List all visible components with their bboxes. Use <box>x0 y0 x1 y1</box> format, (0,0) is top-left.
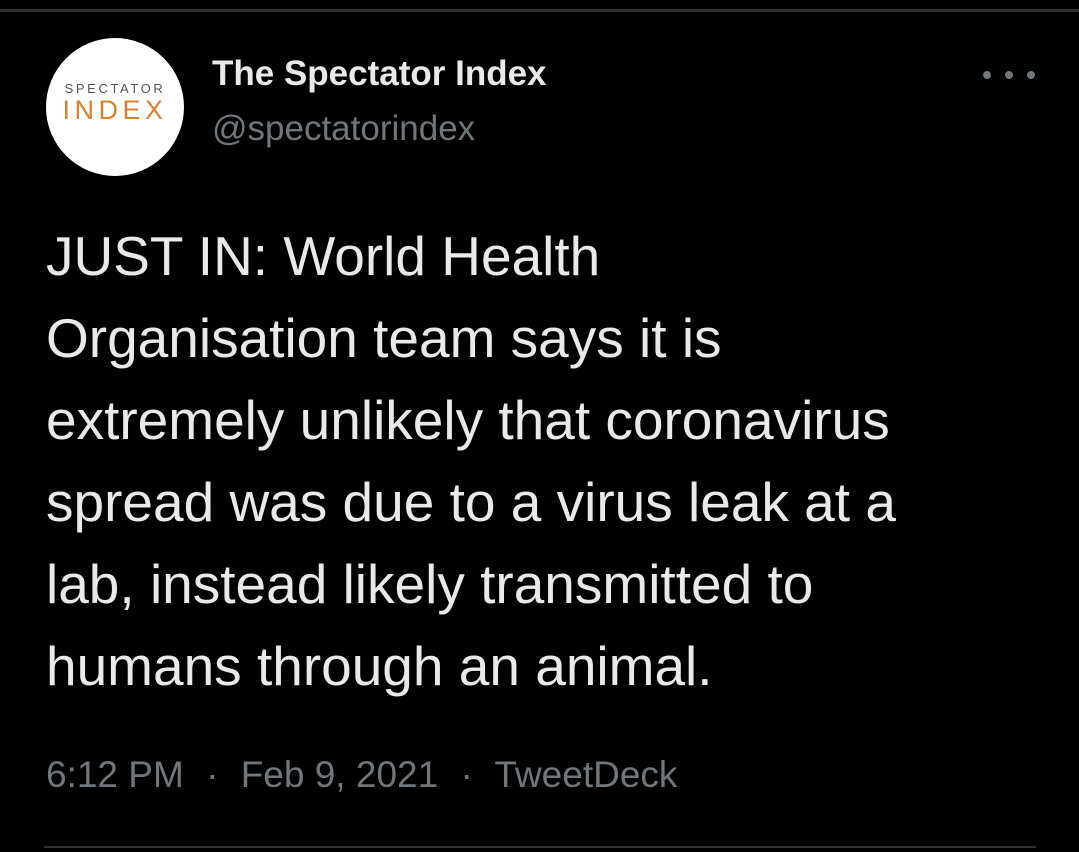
author-handle[interactable]: @spectatorindex <box>212 108 475 150</box>
tweet-date[interactable]: Feb 9, 2021 <box>241 754 438 795</box>
author-display-name[interactable]: The Spectator Index <box>212 53 547 95</box>
tweet-text-line: Organisation team says it is <box>46 307 722 369</box>
tweet-text-line: lab, instead likely transmitted to <box>46 553 814 615</box>
meta-separator: · <box>206 754 219 795</box>
tweet-meta: 6:12 PM · Feb 9, 2021 · TweetDeck <box>46 750 677 800</box>
more-horizontal-icon-dot <box>1005 71 1013 79</box>
avatar-logo-bottom-text: INDEX <box>62 95 168 125</box>
top-divider <box>0 9 1079 12</box>
avatar[interactable]: SPECTATOR INDEX <box>46 38 184 176</box>
tweet-text-line: humans through an animal. <box>46 635 713 697</box>
bottom-divider <box>44 846 1036 848</box>
tweet-text-line: extremely unlikely that coronavirus <box>46 389 890 451</box>
tweet-text-line: JUST IN: World Health <box>46 225 601 287</box>
avatar-logo-top-text: SPECTATOR <box>64 81 166 96</box>
tweet-text: JUST IN: World Health Organisation team … <box>46 215 1046 707</box>
tweet-time[interactable]: 6:12 PM <box>46 754 184 795</box>
meta-separator: · <box>460 754 473 795</box>
tweet-text-line: spread was due to a virus leak at a <box>46 471 896 533</box>
more-horizontal-icon <box>983 71 991 79</box>
more-horizontal-icon-dot <box>1027 71 1035 79</box>
tweet-source[interactable]: TweetDeck <box>494 754 677 795</box>
more-options-button[interactable] <box>983 60 1035 90</box>
